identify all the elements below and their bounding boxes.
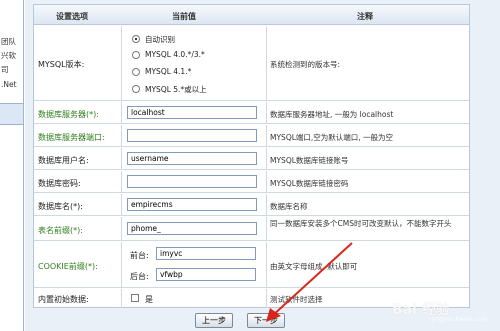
annotation-arrow-icon xyxy=(266,242,353,322)
watermark-url: jingyan.baidu.com xyxy=(432,316,488,323)
